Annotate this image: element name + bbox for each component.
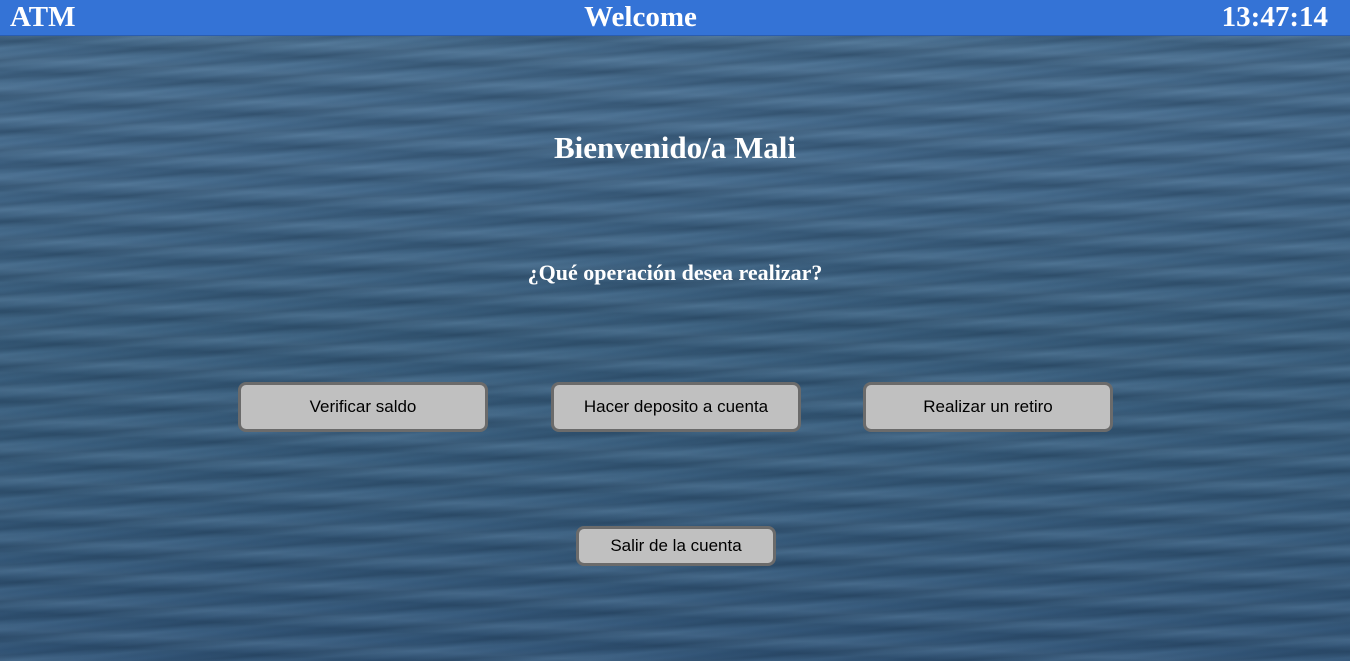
welcome-greeting: Bienvenido/a Mali <box>554 130 796 165</box>
withdraw-button[interactable]: Realizar un retiro <box>863 382 1113 432</box>
clock: 13:47:14 <box>1221 1 1328 33</box>
logout-button[interactable]: Salir de la cuenta <box>576 526 776 566</box>
deposit-button[interactable]: Hacer deposito a cuenta <box>551 382 801 432</box>
page-title: Welcome <box>584 1 697 33</box>
operation-prompt: ¿Qué operación desea realizar? <box>527 260 823 285</box>
header-bar: ATM Welcome 13:47:14 <box>0 0 1350 36</box>
check-balance-button[interactable]: Verificar saldo <box>238 382 488 432</box>
